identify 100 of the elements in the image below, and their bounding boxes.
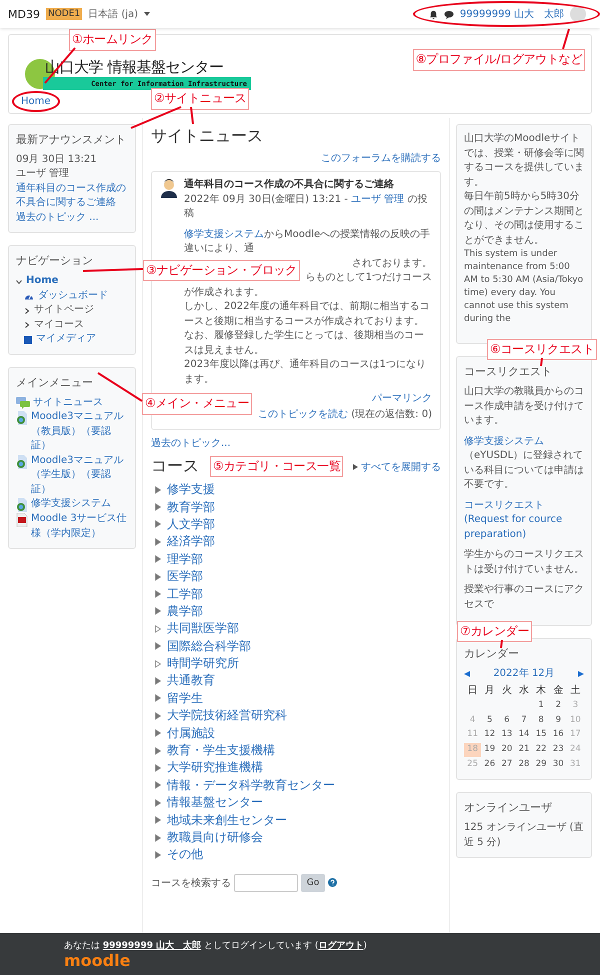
category-link[interactable]: 共同獣医学部 bbox=[167, 620, 239, 638]
block-title: メインメニュー bbox=[16, 374, 94, 391]
calendar-day[interactable]: 30 bbox=[550, 758, 567, 772]
notice-text: 山口大学のMoodleサイトでは、授業・研修会等に関するコースを提供しています。 bbox=[464, 132, 584, 190]
month-title[interactable]: 2022年 12月 bbox=[493, 667, 555, 682]
category-link[interactable]: 情報基盤センター bbox=[167, 794, 263, 812]
user-name-link[interactable]: 99999999 山大 太郎 bbox=[460, 7, 564, 21]
post-author: ユーザ 管理 bbox=[16, 167, 70, 182]
calendar-day[interactable]: 29 bbox=[532, 758, 550, 772]
annotation-label: ⑧プロファイル/ログアウトなど bbox=[412, 49, 585, 71]
nav-item[interactable]: Home bbox=[26, 274, 58, 289]
menu-link[interactable]: サイトニュース bbox=[33, 396, 103, 410]
announcement-link[interactable]: 通年科目のコース作成の不具合に関するご連絡 bbox=[16, 182, 128, 211]
calendar-day[interactable]: 28 bbox=[515, 758, 533, 772]
category-link[interactable]: 付属施設 bbox=[167, 724, 215, 742]
nav-item[interactable]: マイコース bbox=[34, 318, 84, 332]
bell-icon[interactable] bbox=[428, 10, 438, 18]
login-info: あなたは 99999999 山大 太郎 としてログインしています (ログアウト) bbox=[64, 939, 368, 952]
user-link[interactable]: 99999999 山大 太郎 bbox=[102, 941, 202, 951]
nav-item[interactable]: ダッシュボード bbox=[38, 288, 108, 304]
expand-all-link[interactable]: すべてを展開する bbox=[361, 460, 441, 474]
calendar-day[interactable]: 12 bbox=[481, 728, 498, 742]
category-link[interactable]: その他 bbox=[167, 846, 203, 864]
category-link[interactable]: 理学部 bbox=[167, 550, 203, 568]
menu-link[interactable]: Moodle 3サービス仕様（学内限定） bbox=[31, 512, 128, 542]
avatar[interactable] bbox=[570, 6, 586, 22]
block-title: コースリクエスト bbox=[464, 364, 553, 380]
search-field[interactable] bbox=[234, 874, 298, 892]
category-link[interactable]: 経済学部 bbox=[167, 533, 215, 550]
category-link[interactable]: 農学部 bbox=[167, 602, 203, 620]
category-link[interactable]: 工学部 bbox=[167, 586, 203, 603]
calendar-day[interactable]: 23 bbox=[550, 743, 567, 758]
calendar-day[interactable]: 8 bbox=[532, 714, 550, 728]
category-link[interactable]: 共通教育 bbox=[167, 672, 215, 690]
calendar-day[interactable]: 27 bbox=[498, 758, 516, 772]
calendar-day[interactable]: 20 bbox=[498, 743, 516, 758]
subscribe-link[interactable]: このフォーラムを購読する bbox=[321, 153, 441, 164]
menu-link[interactable]: Moodle3マニュアル（学生版）（要認証） bbox=[31, 454, 128, 498]
category-link[interactable]: 国際総合科学部 bbox=[167, 638, 251, 655]
annotation-label: ①ホームリンク bbox=[69, 29, 156, 51]
previous-month-icon[interactable] bbox=[464, 671, 470, 678]
post-text: 2023年度以降は再び、通年科目のコースは1つになります。 bbox=[184, 358, 427, 386]
leader-line bbox=[500, 640, 503, 648]
site-name[interactable]: MD39 bbox=[8, 8, 40, 20]
system-link[interactable]: 修学支援システム bbox=[464, 436, 544, 447]
category-link[interactable]: 教育学部 bbox=[167, 498, 215, 516]
request-text: 学生からのコースリクエストは受け付けていません。 bbox=[464, 548, 584, 577]
square-icon bbox=[24, 336, 32, 344]
calendar-day[interactable]: 16 bbox=[550, 728, 567, 742]
leader-line bbox=[540, 358, 543, 366]
go-button[interactable]: Go bbox=[301, 874, 325, 892]
nav-item[interactable]: マイメディア bbox=[36, 332, 96, 347]
older-topics-link[interactable]: 過去のトピック ... bbox=[16, 210, 128, 226]
category-link[interactable]: 大学院技術経営研究科 bbox=[167, 707, 287, 724]
calendar-day[interactable]: 2 bbox=[550, 698, 567, 713]
author-link[interactable]: ユーザ 管理 bbox=[351, 194, 404, 204]
menu-link[interactable]: 修学支援システム bbox=[31, 497, 111, 512]
calendar-day[interactable]: 26 bbox=[481, 758, 498, 772]
calendar-day[interactable]: 6 bbox=[498, 714, 516, 728]
help-icon[interactable] bbox=[328, 878, 337, 888]
weekday-label: 水 bbox=[518, 684, 530, 698]
category-link[interactable]: 留学生 bbox=[167, 690, 203, 707]
category-link[interactable]: 修学支援 bbox=[167, 481, 215, 498]
category-link[interactable]: 大学研究推進機構 bbox=[167, 759, 263, 776]
annotation-label: ⑦カレンダー bbox=[457, 620, 532, 642]
menu-link[interactable]: Moodle3マニュアル（教員版）（要認証） bbox=[31, 410, 128, 454]
notice-text: This system is under maintenance from 5:00 AM to 5:30 AM (Asia/Tokyo time) every day. You cannot use this system during the bbox=[464, 248, 584, 326]
node-badge: NODE1 bbox=[46, 8, 82, 20]
category-link[interactable]: 地域未来創生センター bbox=[167, 812, 287, 829]
calendar-day[interactable]: 15 bbox=[532, 728, 550, 742]
read-topic-link[interactable]: このトピックを読む bbox=[258, 409, 348, 420]
calendar-day[interactable]: 13 bbox=[498, 728, 516, 742]
calendar-day[interactable]: 5 bbox=[481, 714, 498, 728]
chat-icon[interactable] bbox=[444, 10, 454, 18]
category-link[interactable]: 人文学部 bbox=[167, 516, 215, 533]
language-menu[interactable]: 日本語 (ja) bbox=[88, 7, 138, 21]
logout-link[interactable]: ログアウト bbox=[318, 941, 364, 951]
calendar-day[interactable]: 14 bbox=[515, 728, 533, 742]
calendar-day[interactable]: 22 bbox=[532, 743, 550, 758]
category-link[interactable]: 医学部 bbox=[167, 568, 203, 586]
leader-line bbox=[190, 107, 194, 125]
annotation-ellipse bbox=[12, 91, 60, 112]
calendar-day[interactable]: 9 bbox=[550, 714, 567, 728]
next-month-icon[interactable] bbox=[578, 671, 584, 678]
calendar-day[interactable]: 7 bbox=[515, 714, 533, 728]
breadcrumb-link[interactable]: Home bbox=[21, 96, 51, 107]
calendar-day[interactable]: 19 bbox=[481, 743, 498, 758]
category-link[interactable]: 教職員向け研修会 bbox=[167, 829, 263, 846]
system-link[interactable]: 修学支援システム bbox=[184, 228, 264, 240]
nav-item[interactable]: サイトページ bbox=[34, 303, 94, 318]
course-request-link[interactable]: コースリクエスト (Request for cource preparation) bbox=[464, 498, 584, 542]
category-link[interactable]: 情報・データ科学教育センター bbox=[167, 776, 335, 794]
permalink[interactable]: パーマリンク bbox=[372, 393, 432, 404]
moodle-logo[interactable]: moodle bbox=[64, 952, 130, 970]
weekday-label: 金 bbox=[552, 684, 564, 698]
category-link[interactable]: 時間学研究所 bbox=[167, 655, 239, 672]
category-link[interactable]: 教育・学生支援機構 bbox=[167, 742, 275, 760]
older-topics-link[interactable]: 過去のトピック... bbox=[151, 438, 231, 449]
calendar-day[interactable]: 1 bbox=[532, 698, 550, 713]
calendar-day[interactable]: 21 bbox=[515, 743, 533, 758]
